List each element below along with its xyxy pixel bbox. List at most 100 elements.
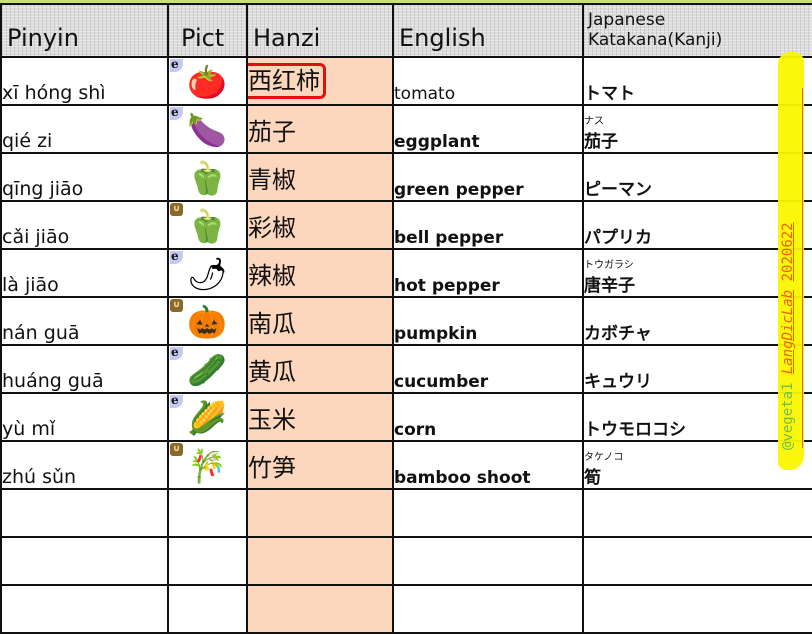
english-cell: tomato [392, 56, 584, 106]
hanzi-cell: 黄瓜 [246, 344, 394, 394]
empty-cell [392, 536, 584, 586]
pict-cell: e 🍆 [167, 104, 248, 154]
cucumber-icon: 🥒 [187, 351, 227, 389]
header-hanzi: Hanzi [246, 3, 394, 58]
empty-cell [0, 488, 169, 538]
watermark-user: @vegeta1 [780, 382, 796, 450]
pict-cell: e 🍅 [167, 56, 248, 106]
header-japanese: Japanese Katakana(Kanji) [582, 3, 812, 58]
pinyin-cell: là jiāo [0, 248, 169, 298]
pict-cell: ∪ 🫑 [167, 200, 248, 250]
pinyin-cell: xī hóng shì [0, 56, 169, 106]
english-cell: cucumber [392, 344, 584, 394]
watermark-underline [802, 88, 803, 448]
header-pict: Pict [167, 3, 248, 58]
e-badge-icon: e [170, 107, 183, 120]
table-row: cǎi jiāo ∪ 🫑 彩椒 bell pepper パプリカ [0, 200, 812, 250]
hanzi-text: 茄子 [248, 117, 296, 146]
empty-cell [392, 488, 584, 538]
pict-cell: ∪ 🎃 [167, 296, 248, 346]
empty-cell [0, 584, 169, 634]
empty-row [0, 536, 812, 586]
hanzi-text: 黄瓜 [248, 357, 296, 386]
pict-cell: e 🌽 [167, 392, 248, 442]
pinyin-cell: zhú sǔn [0, 440, 169, 490]
pict-cell: e 🌶 [167, 248, 248, 298]
table-row: zhú sǔn ∪ 🎋 竹笋 bamboo shoot タケノコ筍 [0, 440, 812, 490]
hanzi-cell: 南瓜 [246, 296, 394, 346]
hanzi-cell: 玉米 [246, 392, 394, 442]
japanese-text: キュウリ [584, 372, 652, 392]
hanzi-highlighted: 西红柿 [249, 63, 326, 99]
japanese-text: トマト [584, 84, 635, 104]
pict-cell: 🫑 [167, 152, 248, 202]
e-badge-icon: e [170, 395, 183, 408]
hanzi-cell: 彩椒 [246, 200, 394, 250]
watermark-date: 2020622 [780, 222, 796, 282]
empty-cell [582, 584, 812, 634]
table-row: là jiāo e 🌶 辣椒 hot pepper トウガラシ 唐辛子 [0, 248, 812, 298]
watermark-lab: LangDicLab [780, 289, 796, 375]
japanese-text: 唐辛子 [584, 276, 635, 296]
table-body: xī hóng shì e 🍅 西红柿 tomato トマト qié zi e 🍆 茄子 eggpl… [0, 56, 812, 634]
header-row: Pinyin Pict Hanzi English Japanese Katak… [0, 3, 812, 58]
table-row: qié zi e 🍆 茄子 eggplant ナス 茄子 [0, 104, 812, 154]
empty-cell [582, 488, 812, 538]
empty-cell [246, 488, 394, 538]
hanzi-text: 玉米 [248, 405, 296, 434]
hanzi-text: 辣椒 [248, 261, 296, 290]
empty-cell [246, 536, 394, 586]
e-badge-icon: e [170, 59, 183, 72]
english-cell: hot pepper [392, 248, 584, 298]
empty-row [0, 584, 812, 634]
pict-cell: ∪ 🎋 [167, 440, 248, 490]
hanzi-text: 青椒 [248, 165, 296, 194]
watermark-text: @vegeta1 LangDicLab 2020622 [780, 70, 796, 450]
english-cell: green pepper [392, 152, 584, 202]
pict-cell: e 🥒 [167, 344, 248, 394]
hanzi-cell: 竹笋 [246, 440, 394, 490]
table-row: nán guā ∪ 🎃 南瓜 pumpkin カボチャ [0, 296, 812, 346]
english-cell: eggplant [392, 104, 584, 154]
hanzi-cell: 茄子 [246, 104, 394, 154]
empty-cell [392, 584, 584, 634]
corn-icon: 🌽 [187, 399, 227, 437]
bell-pepper-icon: 🫑 [187, 207, 227, 245]
empty-cell [167, 584, 248, 634]
green-pepper-icon: 🫑 [187, 159, 227, 197]
hanzi-cell: 西红柿 [246, 56, 394, 106]
empty-cell [246, 584, 394, 634]
empty-cell [0, 536, 169, 586]
e-badge-icon: e [170, 347, 183, 360]
empty-cell [167, 488, 248, 538]
header-pinyin: Pinyin [0, 3, 169, 58]
japanese-text: パプリカ [584, 228, 652, 248]
pinyin-cell: huáng guā [0, 344, 169, 394]
japanese-text: 茄子 [584, 132, 618, 152]
header-english: English [392, 3, 584, 58]
u-badge-icon: ∪ [170, 443, 183, 456]
table-row: huáng guā e 🥒 黄瓜 cucumber キュウリ [0, 344, 812, 394]
bamboo-shoot-icon: 🎋 [187, 447, 227, 485]
hanzi-text: 竹笋 [248, 453, 296, 482]
empty-row [0, 488, 812, 538]
english-cell: bamboo shoot [392, 440, 584, 490]
hanzi-cell: 青椒 [246, 152, 394, 202]
pinyin-cell: qīng jiāo [0, 152, 169, 202]
english-cell: bell pepper [392, 200, 584, 250]
hanzi-cell: 辣椒 [246, 248, 394, 298]
pinyin-cell: qié zi [0, 104, 169, 154]
empty-cell [582, 536, 812, 586]
japanese-text: ピーマン [584, 180, 652, 200]
japanese-text: トウモロコシ [584, 420, 686, 440]
header-japanese-line2: Katakana(Kanji) [588, 30, 723, 50]
japanese-text: 筍 [584, 468, 601, 488]
u-badge-icon: ∪ [170, 299, 183, 312]
japanese-text: カボチャ [584, 324, 652, 344]
pinyin-cell: yù mǐ [0, 392, 169, 442]
pumpkin-icon: 🎃 [187, 303, 227, 341]
tomato-icon: 🍅 [187, 63, 227, 101]
u-badge-icon: ∪ [170, 203, 183, 216]
pinyin-cell: nán guā [0, 296, 169, 346]
header-japanese-line1: Japanese [588, 10, 666, 30]
